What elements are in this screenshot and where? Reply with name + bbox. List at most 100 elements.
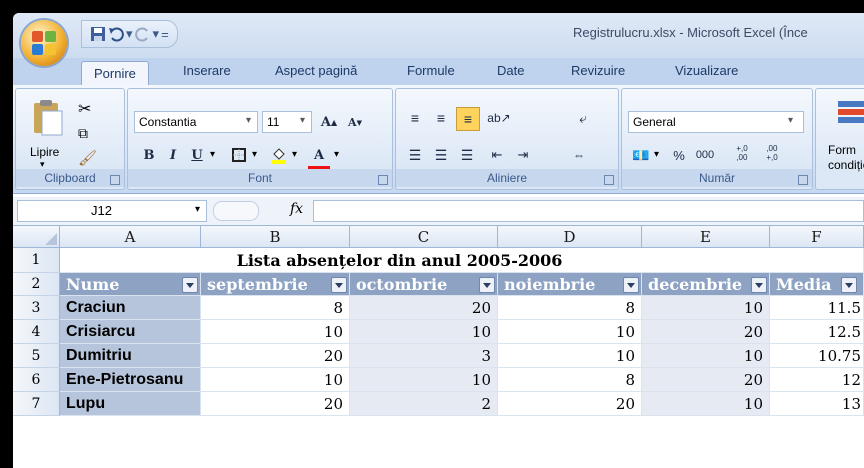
- merge-center-button[interactable]: ⇔: [568, 144, 590, 166]
- undo-dropdown-icon[interactable]: ▾: [126, 26, 133, 42]
- paste-icon[interactable]: [32, 99, 64, 137]
- name-box-dropdown-icon[interactable]: ▾: [195, 204, 200, 215]
- data-cell[interactable]: 8: [498, 368, 642, 392]
- accounting-dropdown-icon[interactable]: ▾: [654, 149, 659, 160]
- customize-qat-button[interactable]: =: [161, 27, 169, 42]
- data-cell[interactable]: 10: [201, 320, 350, 344]
- filter-dropdown-icon[interactable]: [751, 277, 767, 293]
- clipboard-launcher-icon[interactable]: [110, 175, 120, 185]
- header-cell-noiembrie[interactable]: noiembrie: [498, 273, 642, 296]
- column-header-d[interactable]: D: [498, 226, 642, 248]
- header-cell-nume[interactable]: Nume: [60, 273, 201, 296]
- header-cell-octombrie[interactable]: octombrie: [350, 273, 498, 296]
- tab-revizuire[interactable]: Revizuire: [571, 63, 625, 78]
- column-header-e[interactable]: E: [642, 226, 770, 248]
- decrease-indent-button[interactable]: ⇤: [486, 144, 508, 166]
- row-header-6[interactable]: 6: [13, 368, 60, 392]
- alignment-launcher-icon[interactable]: [604, 175, 614, 185]
- increase-decimal-button[interactable]: +,0 ,00: [728, 142, 756, 164]
- row-header-7[interactable]: 7: [13, 392, 60, 416]
- data-cell[interactable]: 20: [498, 392, 642, 416]
- column-header-b[interactable]: B: [201, 226, 350, 248]
- font-name-dropdown-icon[interactable]: ▾: [246, 115, 251, 126]
- sheet-title-cell[interactable]: Lista absențelor din anul 2005-2006: [60, 248, 864, 273]
- data-cell-name[interactable]: Lupu: [60, 392, 201, 416]
- row-header-3[interactable]: 3: [13, 296, 60, 320]
- data-cell[interactable]: 3: [350, 344, 498, 368]
- filter-dropdown-icon[interactable]: [479, 277, 495, 293]
- data-cell[interactable]: 10: [350, 320, 498, 344]
- font-color-button[interactable]: A: [308, 144, 330, 170]
- row-header-4[interactable]: 4: [13, 320, 60, 344]
- column-header-c[interactable]: C: [350, 226, 498, 248]
- tab-aspect-pagina[interactable]: Aspect pagină: [275, 63, 357, 78]
- wrap-text-button[interactable]: ⤶: [572, 107, 594, 129]
- insert-function-button[interactable]: fx: [290, 201, 303, 217]
- tab-date[interactable]: Date: [497, 63, 524, 78]
- tab-inserare[interactable]: Inserare: [183, 63, 231, 78]
- data-cell-name[interactable]: Dumitriu: [60, 344, 201, 368]
- data-cell[interactable]: 10: [350, 368, 498, 392]
- align-center-button[interactable]: ☰: [430, 144, 452, 166]
- data-cell-media[interactable]: 12: [770, 368, 864, 392]
- header-cell-septembrie[interactable]: septembrie: [201, 273, 350, 296]
- cut-icon[interactable]: ✂: [78, 99, 91, 119]
- filter-dropdown-icon[interactable]: [841, 277, 857, 293]
- font-name-select[interactable]: Constantia: [134, 111, 258, 133]
- filter-dropdown-icon[interactable]: [623, 277, 639, 293]
- percent-button[interactable]: %: [668, 144, 690, 166]
- data-cell-name[interactable]: Craciun: [60, 296, 201, 320]
- format-painter-icon[interactable]: 🖌: [78, 149, 97, 167]
- column-header-a[interactable]: A: [60, 226, 201, 248]
- number-format-dropdown-icon[interactable]: ▾: [788, 115, 793, 126]
- data-cell[interactable]: 20: [642, 368, 770, 392]
- data-cell-media[interactable]: 10.75: [770, 344, 864, 368]
- data-cell[interactable]: 2: [350, 392, 498, 416]
- bold-button[interactable]: B: [138, 144, 160, 166]
- office-button[interactable]: [21, 20, 67, 66]
- align-middle-button[interactable]: ≡: [430, 107, 452, 129]
- data-cell[interactable]: 10: [642, 344, 770, 368]
- orientation-button[interactable]: ab↗: [487, 107, 510, 129]
- row-header-1[interactable]: 1: [13, 248, 60, 273]
- data-cell[interactable]: 20: [201, 392, 350, 416]
- fill-color-dropdown-icon[interactable]: ▾: [292, 149, 297, 160]
- shrink-font-button[interactable]: A ▼: [344, 111, 366, 133]
- data-cell[interactable]: 20: [350, 296, 498, 320]
- font-size-dropdown-icon[interactable]: ▾: [300, 115, 305, 126]
- align-top-button[interactable]: ≡: [404, 107, 426, 129]
- data-cell-name[interactable]: Ene-Pietrosanu: [60, 368, 201, 392]
- data-cell-media[interactable]: 12.5: [770, 320, 864, 344]
- row-header-2[interactable]: 2: [13, 273, 60, 296]
- row-header-5[interactable]: 5: [13, 344, 60, 368]
- header-cell-decembrie[interactable]: decembrie: [642, 273, 770, 296]
- align-right-button[interactable]: ☰: [456, 144, 478, 166]
- header-cell-media[interactable]: Media: [770, 273, 864, 296]
- name-box[interactable]: J12: [17, 200, 207, 222]
- increase-indent-button[interactable]: ⇥: [512, 144, 534, 166]
- tab-formule[interactable]: Formule: [407, 63, 455, 78]
- conditional-formatting-icon[interactable]: [836, 99, 864, 131]
- fill-color-button[interactable]: [268, 144, 290, 166]
- data-cell[interactable]: 10: [498, 320, 642, 344]
- data-cell[interactable]: 10: [642, 296, 770, 320]
- data-cell[interactable]: 10: [498, 344, 642, 368]
- data-cell-media[interactable]: 13: [770, 392, 864, 416]
- accounting-format-button[interactable]: 💶: [630, 144, 652, 166]
- filter-dropdown-icon[interactable]: [331, 277, 347, 293]
- borders-button[interactable]: [228, 144, 250, 166]
- align-left-button[interactable]: ☰: [404, 144, 426, 166]
- data-cell[interactable]: 20: [642, 320, 770, 344]
- copy-icon[interactable]: ⧉: [78, 125, 88, 142]
- data-cell[interactable]: 8: [201, 296, 350, 320]
- tab-vizualizare[interactable]: Vizualizare: [675, 63, 738, 78]
- data-cell-media[interactable]: 11.5: [770, 296, 864, 320]
- select-all-corner[interactable]: [13, 226, 60, 248]
- borders-dropdown-icon[interactable]: ▾: [252, 149, 257, 160]
- align-bottom-button[interactable]: ≡: [456, 107, 480, 131]
- redo-dropdown-icon[interactable]: ▾: [153, 26, 160, 42]
- decrease-decimal-button[interactable]: ,00 +,0: [758, 142, 786, 164]
- data-cell[interactable]: 8: [498, 296, 642, 320]
- data-cell[interactable]: 10: [201, 368, 350, 392]
- column-header-f[interactable]: F: [770, 226, 864, 248]
